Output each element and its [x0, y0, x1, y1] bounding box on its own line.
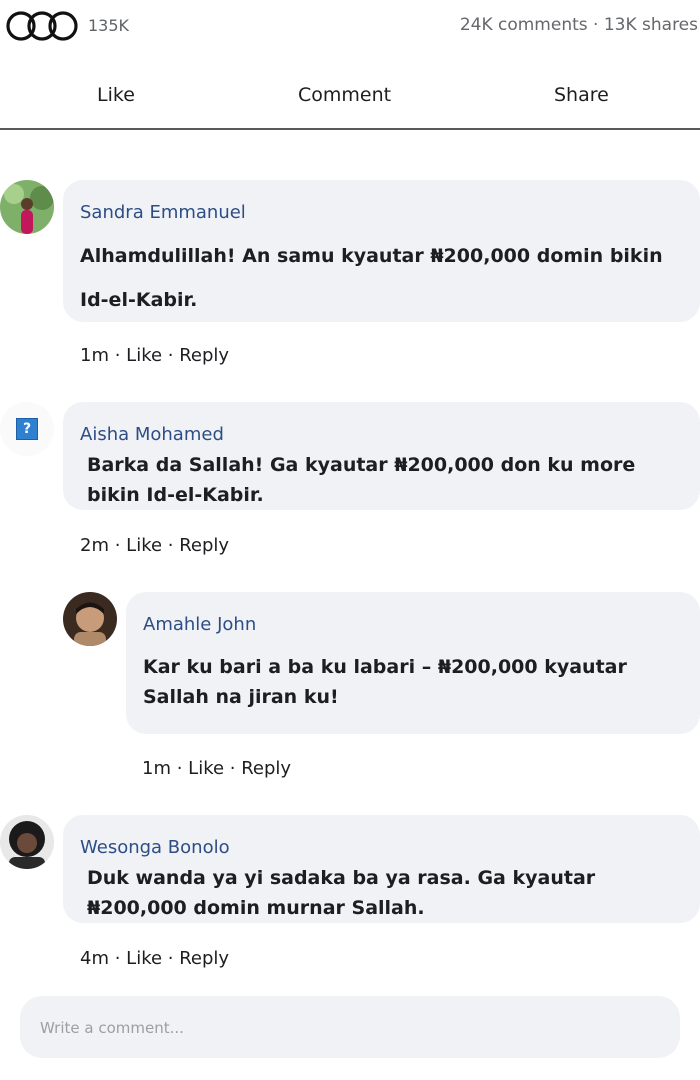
comment-button[interactable]: Comment: [298, 84, 391, 106]
broken-image-glyph: ?: [22, 421, 32, 437]
rings-logo-icon[interactable]: [4, 9, 92, 43]
comment-author[interactable]: Wesonga Bonolo: [80, 837, 230, 858]
comments-shares-count[interactable]: 24K comments · 13K shares: [460, 15, 698, 35]
comment-text: Alhamdulillah! An samu kyautar ₦200,000 …: [80, 245, 663, 311]
comment-composer: [20, 996, 680, 1058]
comment-time: 1m: [142, 758, 171, 779]
comment-like-link[interactable]: Like: [126, 535, 162, 556]
comment-meta: 1m · Like · Reply: [80, 345, 230, 366]
post-action-bar: Like Comment Share: [0, 70, 700, 120]
avatar[interactable]: [63, 592, 117, 646]
comment-reply-link[interactable]: Reply: [179, 535, 229, 556]
share-button[interactable]: Share: [554, 84, 609, 106]
avatar[interactable]: [0, 180, 54, 234]
user-photo-icon: [63, 592, 117, 646]
comment-meta: 1m · Like · Reply: [142, 758, 292, 779]
comment-bubble: Wesonga Bonolo Duk wanda ya yi sadaka ba…: [63, 815, 700, 923]
avatar[interactable]: ?: [0, 402, 54, 456]
comment-author[interactable]: Amahle John: [143, 614, 256, 635]
comment-time: 4m: [80, 948, 109, 969]
comment-author[interactable]: Aisha Mohamed: [80, 424, 224, 445]
comment-time: 1m: [80, 345, 109, 366]
comment-bubble: Amahle John Kar ku bari a ba ku labari –…: [126, 592, 700, 734]
comment-bubble: Sandra Emmanuel Alhamdulillah! An samu k…: [63, 180, 700, 322]
action-bar-divider: [0, 128, 700, 130]
reaction-count[interactable]: 135K: [88, 16, 129, 35]
comment-like-link[interactable]: Like: [188, 758, 224, 779]
comment-like-link[interactable]: Like: [126, 948, 162, 969]
comment-time: 2m: [80, 535, 109, 556]
avatar[interactable]: [0, 815, 54, 869]
user-photo-icon: [0, 180, 54, 234]
comment-reply-link[interactable]: Reply: [179, 345, 229, 366]
broken-image-icon: ?: [16, 418, 38, 440]
comment-text: Duk wanda ya yi sadaka ba ya rasa. Ga ky…: [87, 867, 596, 919]
comment-reply-link[interactable]: Reply: [179, 948, 229, 969]
comment-author[interactable]: Sandra Emmanuel: [80, 202, 246, 223]
comment-text: Kar ku bari a ba ku labari – ₦200,000 ky…: [143, 656, 627, 708]
comment-input[interactable]: [38, 1013, 642, 1043]
like-button[interactable]: Like: [97, 84, 135, 106]
comment-reply-link[interactable]: Reply: [241, 758, 291, 779]
user-photo-icon: [0, 815, 54, 869]
comment-like-link[interactable]: Like: [126, 345, 162, 366]
comment-meta: 2m · Like · Reply: [80, 535, 230, 556]
comment-text: Barka da Sallah! Ga kyautar ₦200,000 don…: [87, 454, 636, 506]
comment-meta: 4m · Like · Reply: [80, 948, 230, 969]
comment-bubble: Aisha Mohamed Barka da Sallah! Ga kyauta…: [63, 402, 700, 510]
post-stats-bar: 135K 24K comments · 13K shares: [0, 0, 700, 52]
